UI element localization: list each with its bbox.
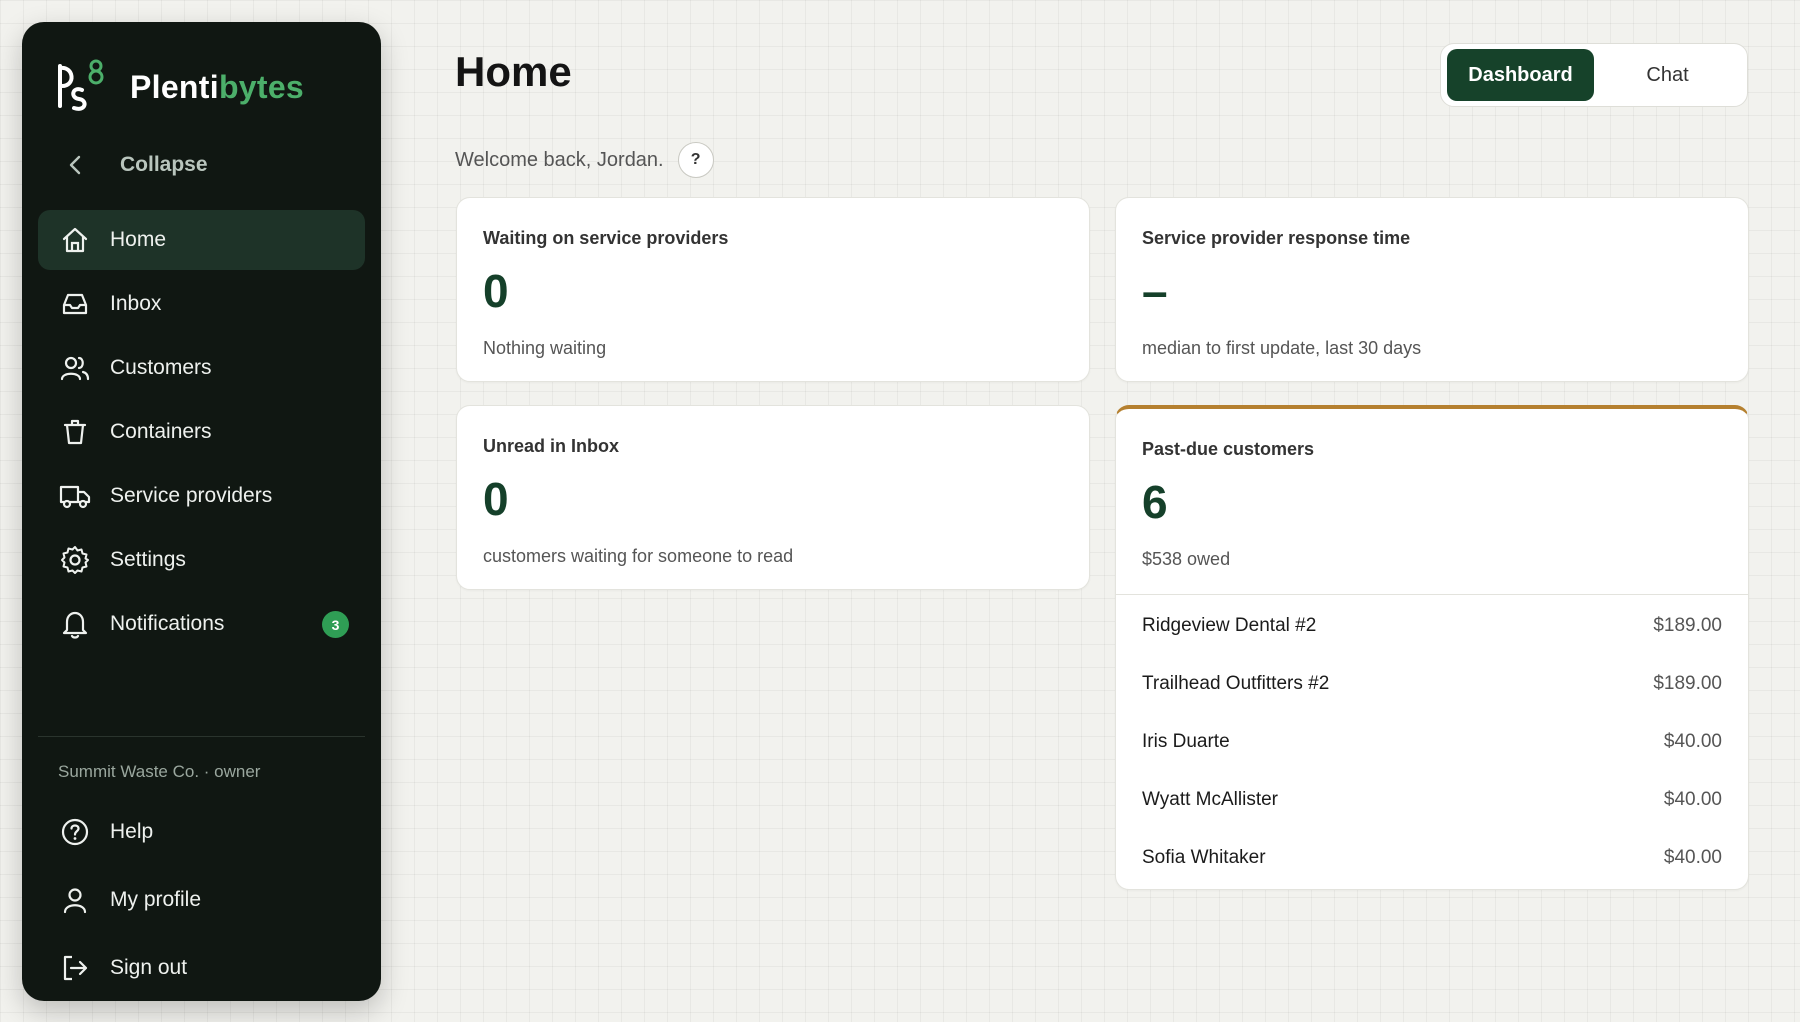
card-subtitle: $538 owed — [1142, 549, 1231, 569]
inbox-icon — [58, 287, 92, 321]
sidebar-divider — [38, 736, 365, 737]
tab-dashboard[interactable]: Dashboard — [1447, 49, 1594, 101]
sign-out-icon — [58, 951, 92, 985]
account-nav: Help My profile Sign out — [38, 800, 365, 1004]
collapse-button[interactable]: Collapse — [62, 144, 362, 186]
brand-logo[interactable]: Plentibytes — [52, 56, 304, 118]
amount-owed: $40.00 — [1663, 731, 1722, 752]
card-waiting-on-service-providers[interactable]: Waiting on service providers 0 Nothing w… — [456, 197, 1090, 382]
notification-count-badge: 3 — [322, 611, 349, 638]
sidebar-item-home[interactable]: Home — [38, 210, 365, 270]
sidebar-item-label: Sign out — [110, 956, 188, 979]
amount-owed: $40.00 — [1663, 789, 1722, 810]
gear-icon — [58, 543, 92, 577]
customer-name: Ridgeview Dental #2 — [1142, 615, 1317, 636]
card-unread-inbox[interactable]: Unread in Inbox 0 customers waiting for … — [456, 405, 1090, 590]
welcome-message: Welcome back, Jordan. ? — [455, 142, 714, 178]
amount-owed: $189.00 — [1653, 615, 1722, 636]
users-icon — [58, 351, 92, 385]
card-title: Waiting on service providers — [483, 228, 729, 248]
list-item[interactable]: Sofia Whitaker $40.00 — [1116, 829, 1748, 887]
card-title: Service provider response time — [1142, 228, 1411, 248]
sidebar: Plentibytes Collapse Home Inbox Customer… — [22, 22, 381, 1001]
main-nav: Home Inbox Customers Containers Service … — [38, 210, 365, 658]
sidebar-item-service-providers[interactable]: Service providers — [38, 466, 365, 526]
card-past-due-customers: Past-due customers 6 $538 owed Ridgeview… — [1115, 405, 1749, 890]
sidebar-item-label: Notifications — [110, 612, 225, 635]
customer-name: Trailhead Outfitters #2 — [1142, 673, 1330, 694]
bell-icon — [58, 607, 92, 641]
trash-bin-icon — [58, 415, 92, 449]
card-value: – — [1142, 265, 1168, 317]
home-icon — [58, 223, 92, 257]
sidebar-item-sign-out[interactable]: Sign out — [38, 936, 365, 1000]
org-label: Summit Waste Co. · owner — [58, 762, 261, 781]
user-icon — [58, 883, 92, 917]
sidebar-item-label: Inbox — [110, 292, 162, 315]
sidebar-item-label: Customers — [110, 356, 212, 379]
card-subtitle: median to first update, last 30 days — [1142, 338, 1422, 358]
list-item[interactable]: Iris Duarte $40.00 — [1116, 713, 1748, 771]
page-title: Home — [455, 48, 572, 95]
card-value: 0 — [483, 473, 509, 525]
customer-name: Wyatt McAllister — [1142, 789, 1279, 810]
logo-mark-icon — [58, 59, 104, 111]
customer-name: Sofia Whitaker — [1142, 847, 1266, 868]
sidebar-item-help[interactable]: Help — [38, 800, 365, 864]
list-item[interactable]: Ridgeview Dental #2 $189.00 — [1116, 597, 1748, 655]
sidebar-item-label: Settings — [110, 548, 186, 571]
card-divider — [1116, 594, 1748, 595]
collapse-label: Collapse — [120, 153, 208, 176]
sidebar-item-label: Home — [110, 228, 167, 251]
customer-name: Iris Duarte — [1142, 731, 1230, 752]
sidebar-item-inbox[interactable]: Inbox — [38, 274, 365, 334]
help-circle-icon — [58, 815, 92, 849]
card-subtitle: customers waiting for someone to read — [483, 546, 794, 566]
sidebar-item-label: Help — [110, 820, 154, 843]
sidebar-item-label: My profile — [110, 888, 202, 911]
sidebar-item-containers[interactable]: Containers — [38, 402, 365, 462]
card-value: 0 — [483, 265, 509, 317]
card-title: Past-due customers — [1142, 439, 1315, 459]
view-toggle: Dashboard Chat — [1440, 43, 1748, 107]
sidebar-item-settings[interactable]: Settings — [38, 530, 365, 590]
card-title: Unread in Inbox — [483, 436, 620, 456]
truck-icon — [58, 479, 92, 513]
brand-name: Plentibytes — [130, 68, 305, 105]
list-item[interactable]: Trailhead Outfitters #2 $189.00 — [1116, 655, 1748, 713]
card-response-time[interactable]: Service provider response time – median … — [1115, 197, 1749, 382]
help-button[interactable]: ? — [677, 142, 714, 178]
sidebar-item-label: Service providers — [110, 484, 273, 507]
sidebar-item-label: Containers — [110, 420, 212, 443]
tab-chat[interactable]: Chat — [1594, 49, 1741, 101]
chevron-left-icon — [69, 155, 81, 175]
card-subtitle: Nothing waiting — [483, 338, 607, 358]
list-item[interactable]: Wyatt McAllister $40.00 — [1116, 771, 1748, 829]
amount-owed: $189.00 — [1653, 673, 1722, 694]
welcome-text: Welcome back, Jordan. — [455, 148, 664, 171]
sidebar-item-notifications[interactable]: Notifications 3 — [38, 594, 365, 654]
card-value: 6 — [1142, 476, 1168, 528]
past-due-list: Ridgeview Dental #2 $189.00 Trailhead Ou… — [1116, 597, 1748, 887]
amount-owed: $40.00 — [1663, 847, 1722, 868]
sidebar-item-my-profile[interactable]: My profile — [38, 868, 365, 932]
sidebar-item-customers[interactable]: Customers — [38, 338, 365, 398]
